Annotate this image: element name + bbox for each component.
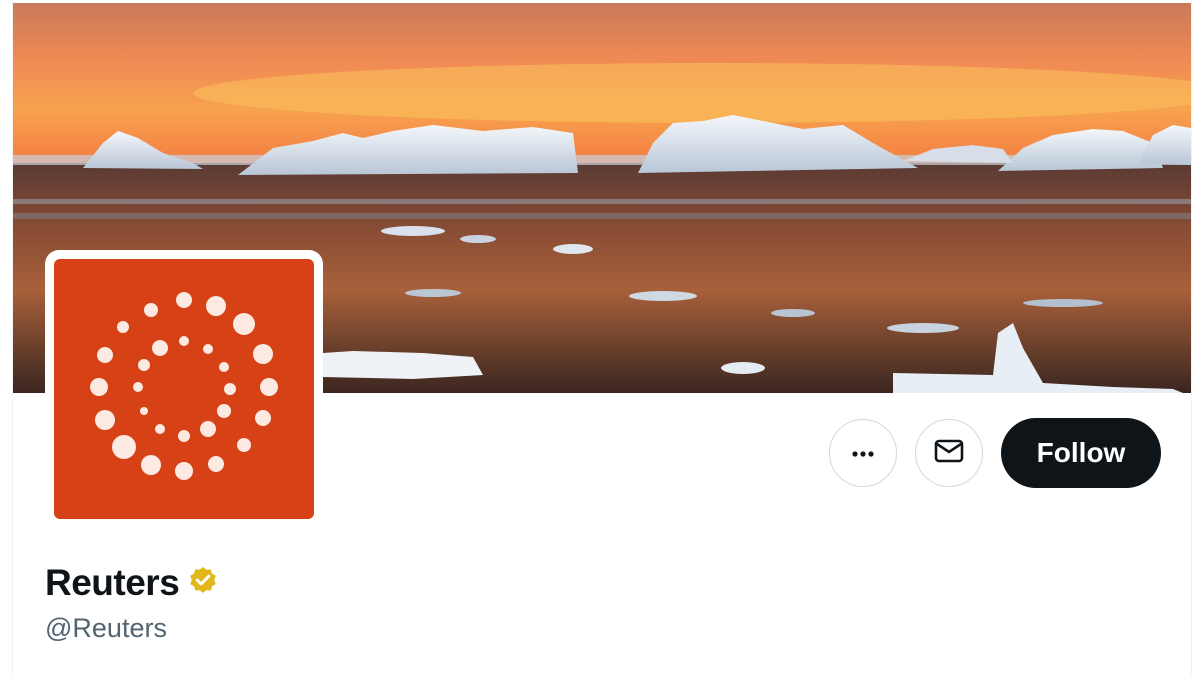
envelope-icon	[934, 438, 964, 469]
reuters-logo-icon	[54, 259, 314, 519]
display-name: Reuters	[45, 562, 180, 603]
follow-button[interactable]: Follow	[1001, 418, 1161, 488]
profile-actions: Follow	[829, 418, 1161, 488]
message-button[interactable]	[915, 419, 983, 487]
profile-avatar[interactable]	[45, 250, 323, 528]
profile-handle: @Reuters	[45, 613, 167, 643]
profile-name-row: Reuters	[45, 562, 219, 604]
more-options-button[interactable]	[829, 419, 897, 487]
verified-badge-icon[interactable]	[187, 565, 219, 602]
profile-page: Follow Reuters @Reuters	[12, 0, 1192, 675]
more-horizontal-icon	[852, 444, 874, 462]
